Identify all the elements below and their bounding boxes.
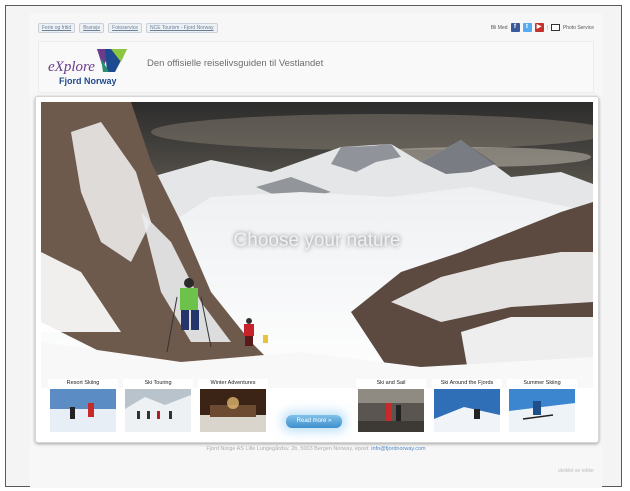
tile-winter-adventures[interactable]: Winter Adventures bbox=[198, 379, 268, 434]
tile-resort-skiing[interactable]: Resort Skiing bbox=[48, 379, 118, 434]
share-label: Bli Med bbox=[490, 24, 508, 31]
tile-label: Ski and Sail bbox=[376, 380, 406, 386]
read-more-button[interactable]: Read more » bbox=[286, 415, 342, 428]
tile-image bbox=[509, 389, 575, 432]
hero-image[interactable]: Choose your nature bbox=[41, 102, 593, 388]
tile-image bbox=[50, 389, 116, 432]
tile-label: Ski Touring bbox=[144, 380, 172, 386]
tile-image bbox=[125, 389, 191, 432]
photo-icon[interactable] bbox=[550, 24, 560, 31]
facebook-icon[interactable]: f bbox=[510, 23, 520, 32]
photo-service-link[interactable]: Photo Service bbox=[563, 25, 594, 31]
twitter-icon[interactable]: t bbox=[522, 23, 532, 32]
youtube-icon[interactable]: ▶ bbox=[534, 23, 544, 32]
tile-image bbox=[358, 389, 424, 432]
tile-label: Summer Skiing bbox=[523, 380, 561, 386]
top-navigation: Ferie og fritid Bransje Fotoservice NCE … bbox=[38, 23, 218, 33]
tile-label: Winter Adventures bbox=[210, 380, 256, 386]
nav-link-ferie[interactable]: Ferie og fritid bbox=[38, 23, 76, 33]
tile-label: Resort Skiing bbox=[66, 380, 100, 386]
site-header: eXplore Fjord Norway Den offisielle reis… bbox=[38, 41, 594, 93]
site-logo[interactable]: eXplore Fjord Norway bbox=[45, 46, 129, 90]
tile-summer-skiing[interactable]: Summer Skiing bbox=[507, 379, 577, 434]
tile-image bbox=[434, 389, 500, 432]
tile-ski-and-sail[interactable]: Ski and Sail bbox=[356, 379, 426, 434]
nav-link-bransje[interactable]: Bransje bbox=[79, 23, 105, 33]
footer: Fjord Norge AS Lille Lungegårdsv. 2b, 50… bbox=[30, 446, 602, 452]
tile-image bbox=[200, 389, 266, 432]
developer-credit[interactable]: utviklet av reklor bbox=[558, 468, 594, 474]
svg-text:eXplore: eXplore bbox=[48, 59, 95, 75]
social-bar: Bli Med f t ▶ | Photo Service bbox=[491, 23, 594, 32]
svg-text:Fjord Norway: Fjord Norway bbox=[59, 76, 117, 86]
footer-address: Fjord Norge AS Lille Lungegårdsv. 2b, 50… bbox=[206, 446, 370, 452]
tile-label: Ski Around the Fjords bbox=[440, 380, 494, 386]
hero-title: Choose your nature bbox=[233, 230, 401, 251]
footer-email-link[interactable]: info@fjordnorway.com bbox=[371, 446, 425, 452]
nav-link-nce-tourism[interactable]: NCE Tourism - Fjord Norway bbox=[145, 23, 218, 33]
nav-link-fotoservice[interactable]: Fotoservice bbox=[108, 23, 142, 33]
tile-ski-around-the-fjords[interactable]: Ski Around the Fjords bbox=[432, 379, 502, 434]
tile-ski-touring[interactable]: Ski Touring bbox=[123, 379, 193, 434]
separator: | bbox=[546, 24, 548, 31]
hero-module: Choose your nature Resort Skiing Ski Tou… bbox=[35, 96, 599, 443]
site-tagline: Den offisielle reiselivsguiden til Vestl… bbox=[147, 58, 324, 69]
page: Ferie og fritid Bransje Fotoservice NCE … bbox=[30, 13, 602, 488]
